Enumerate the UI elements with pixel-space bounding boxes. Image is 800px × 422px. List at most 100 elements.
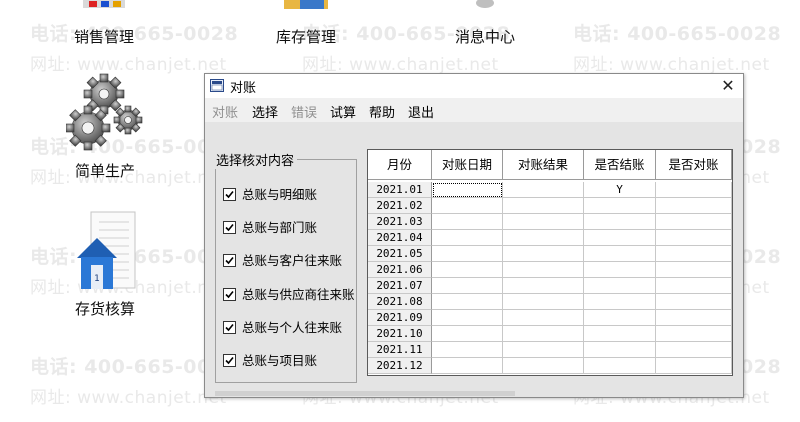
grid-cell[interactable]	[503, 358, 584, 374]
checkbox[interactable]	[223, 321, 236, 334]
grid-cell[interactable]	[584, 230, 656, 246]
desktop-icon-production[interactable]: 简单生产	[64, 72, 146, 181]
grid-cell[interactable]	[432, 198, 503, 214]
close-button[interactable]: ✕	[713, 74, 743, 98]
grid-cell[interactable]	[656, 294, 732, 310]
row-month-cell[interactable]: 2021.09	[368, 310, 432, 326]
grid-cell[interactable]	[503, 262, 584, 278]
column-header-col-closed[interactable]: 是否结账	[584, 150, 656, 180]
grid-cell[interactable]	[584, 326, 656, 342]
grid-cell[interactable]	[503, 198, 584, 214]
checkbox[interactable]	[223, 254, 236, 267]
grid-cell[interactable]	[656, 326, 732, 342]
checkbox-label: 总账与供应商往来账	[242, 287, 355, 302]
grid-cell[interactable]	[503, 342, 584, 358]
watermark-phone: 电话: 400-665-0028	[573, 23, 782, 45]
reconciliation-dialog: 对账 ✕ 对账 选择 错误 试算 帮助 退出 选择核对内容 总账与明细账 总账与部…	[204, 73, 744, 398]
message-icon	[476, 0, 494, 8]
grid-cell[interactable]	[432, 246, 503, 262]
grid-cell[interactable]	[432, 278, 503, 294]
grid-cell[interactable]	[432, 294, 503, 310]
grid-cell[interactable]	[432, 230, 503, 246]
checkbox[interactable]	[223, 221, 236, 234]
grid-cell[interactable]	[503, 294, 584, 310]
grid-cell[interactable]	[503, 214, 584, 230]
grid-cell[interactable]	[432, 342, 503, 358]
menu-reconcile[interactable]: 对账	[212, 102, 238, 121]
row-month-cell[interactable]: 2021.06	[368, 262, 432, 278]
grid-cell[interactable]: Y	[584, 182, 656, 198]
grid-cell[interactable]	[584, 198, 656, 214]
row-month-cell[interactable]: 2021.01	[368, 182, 432, 198]
check-option[interactable]: 总账与客户往来账	[223, 250, 342, 269]
grid-cell[interactable]	[432, 214, 503, 230]
checkbox[interactable]	[223, 288, 236, 301]
row-month-cell[interactable]: 2021.10	[368, 326, 432, 342]
row-month-cell[interactable]: 2021.11	[368, 342, 432, 358]
column-header-col-month[interactable]: 月份	[368, 150, 432, 180]
grid-cell[interactable]	[432, 182, 503, 198]
desktop-icon-inventory[interactable]: 库存管理	[266, 0, 346, 47]
grid-cell[interactable]	[656, 214, 732, 230]
grid-cell[interactable]	[584, 342, 656, 358]
check-option[interactable]: 总账与个人往来账	[223, 317, 342, 336]
check-option[interactable]: 总账与供应商往来账	[223, 284, 355, 303]
grid-cell[interactable]	[503, 326, 584, 342]
grid-cell[interactable]	[656, 182, 732, 198]
grid-cell[interactable]	[656, 278, 732, 294]
desktop-icon-cost-accounting[interactable]: 1 存货核算	[64, 210, 146, 319]
row-month-cell[interactable]: 2021.04	[368, 230, 432, 246]
grid-cell[interactable]	[584, 294, 656, 310]
check-option[interactable]: 总账与明细账	[223, 184, 317, 203]
grid-cell[interactable]	[656, 198, 732, 214]
house-document-icon: 1	[77, 211, 136, 289]
grid-cell[interactable]	[432, 310, 503, 326]
menu-select[interactable]: 选择	[252, 102, 278, 121]
menu-trial-balance[interactable]: 试算	[330, 102, 356, 121]
check-option[interactable]: 总账与部门账	[223, 217, 317, 236]
grid-cell[interactable]	[656, 358, 732, 374]
grid-cell[interactable]	[432, 358, 503, 374]
menu-errors[interactable]: 错误	[291, 102, 317, 121]
grid-cell[interactable]	[656, 342, 732, 358]
desktop-icon-message[interactable]: 消息中心	[445, 0, 525, 47]
grid-cell[interactable]	[503, 246, 584, 262]
grid-cell[interactable]	[656, 262, 732, 278]
grid-cell[interactable]	[503, 310, 584, 326]
row-month-cell[interactable]: 2021.03	[368, 214, 432, 230]
checkbox[interactable]	[223, 354, 236, 367]
grid-cell[interactable]	[432, 262, 503, 278]
grid-cell[interactable]	[432, 326, 503, 342]
check-option[interactable]: 总账与项目账	[223, 350, 317, 369]
grid-cell[interactable]	[656, 310, 732, 326]
row-month-cell[interactable]: 2021.07	[368, 278, 432, 294]
grid-cell[interactable]	[584, 358, 656, 374]
grid-cell[interactable]	[656, 230, 732, 246]
checkbox-label: 总账与客户往来账	[242, 253, 343, 268]
row-month-cell[interactable]: 2021.12	[368, 358, 432, 374]
grid-cell[interactable]	[584, 310, 656, 326]
horizontal-scrollbar[interactable]	[215, 391, 515, 396]
checkbox-label: 总账与明细账	[242, 187, 318, 202]
desktop-icon-sales[interactable]: 销售管理	[64, 0, 144, 47]
checkbox[interactable]	[223, 188, 236, 201]
grid-cell[interactable]	[584, 246, 656, 262]
menu-help[interactable]: 帮助	[369, 102, 395, 121]
grid-cell[interactable]	[503, 182, 584, 198]
column-header-col-recon-result[interactable]: 对账结果	[503, 150, 584, 180]
title-bar[interactable]: 对账 ✕	[205, 74, 743, 98]
grid-cell[interactable]	[584, 214, 656, 230]
menu-exit[interactable]: 退出	[408, 102, 434, 121]
desktop-icon-label: 销售管理	[73, 28, 134, 46]
grid-cell[interactable]	[503, 278, 584, 294]
grid-cell[interactable]	[503, 230, 584, 246]
grid-cell[interactable]	[656, 246, 732, 262]
column-header-col-recon-date[interactable]: 对账日期	[432, 150, 503, 180]
grid-cell[interactable]	[584, 278, 656, 294]
row-month-cell[interactable]: 2021.08	[368, 294, 432, 310]
grid-cell[interactable]	[584, 262, 656, 278]
row-month-cell[interactable]: 2021.05	[368, 246, 432, 262]
row-month-cell[interactable]: 2021.02	[368, 198, 432, 214]
column-header-col-reconciled[interactable]: 是否对账	[656, 150, 732, 180]
reconciliation-grid[interactable]: 月份 对账日期 对账结果 是否结账 是否对账 2021.01 Y 2021.02 2021.03…	[367, 149, 733, 376]
